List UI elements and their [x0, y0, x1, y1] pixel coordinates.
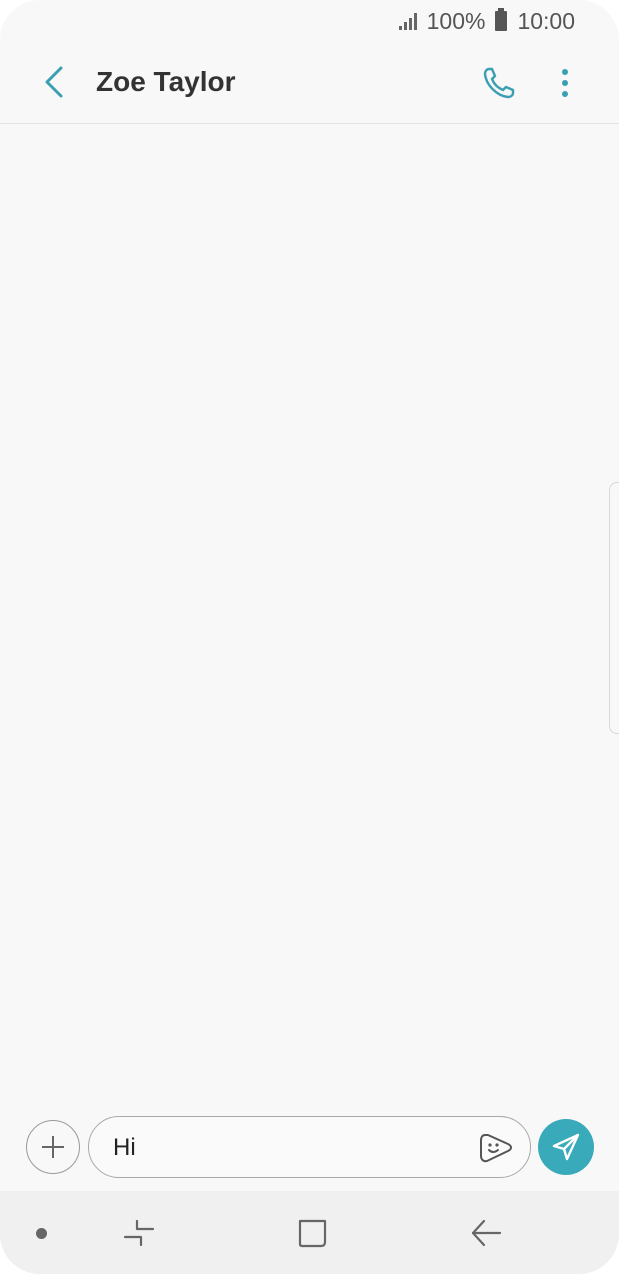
phone-screen: 100% 10:00 Zoe Taylor [0, 0, 619, 1274]
send-icon [552, 1133, 580, 1161]
battery-percent: 100% [426, 7, 486, 34]
conversation-header: Zoe Taylor [0, 42, 619, 124]
home-button[interactable] [292, 1213, 334, 1253]
back-arrow-icon [45, 66, 63, 98]
attach-button[interactable] [26, 1120, 80, 1174]
message-box [88, 1116, 531, 1178]
navigation-bar [0, 1191, 619, 1274]
signal-icon [398, 12, 417, 30]
home-icon [298, 1219, 327, 1248]
battery-icon [495, 8, 508, 31]
send-button[interactable] [538, 1119, 594, 1175]
clock: 10:00 [517, 7, 575, 34]
more-vertical-icon [562, 69, 568, 97]
recents-icon [123, 1219, 155, 1247]
call-button[interactable] [478, 62, 520, 104]
conversation-area [0, 124, 619, 1109]
recents-button[interactable] [118, 1215, 160, 1251]
message-composer [0, 1110, 619, 1190]
contact-name: Zoe Taylor [96, 66, 236, 97]
status-bar: 100% 10:00 [0, 0, 619, 42]
back-icon [471, 1219, 502, 1247]
back-button[interactable] [34, 62, 74, 102]
dot-icon[interactable] [36, 1228, 47, 1239]
phone-icon [483, 67, 515, 99]
message-input[interactable] [113, 1131, 463, 1165]
system-back-button[interactable] [464, 1215, 508, 1251]
plus-icon [42, 1136, 64, 1158]
edge-panel-handle[interactable] [609, 482, 619, 734]
sticker-icon [480, 1134, 512, 1163]
sticker-button[interactable] [477, 1129, 515, 1167]
more-options-button[interactable] [548, 62, 582, 104]
